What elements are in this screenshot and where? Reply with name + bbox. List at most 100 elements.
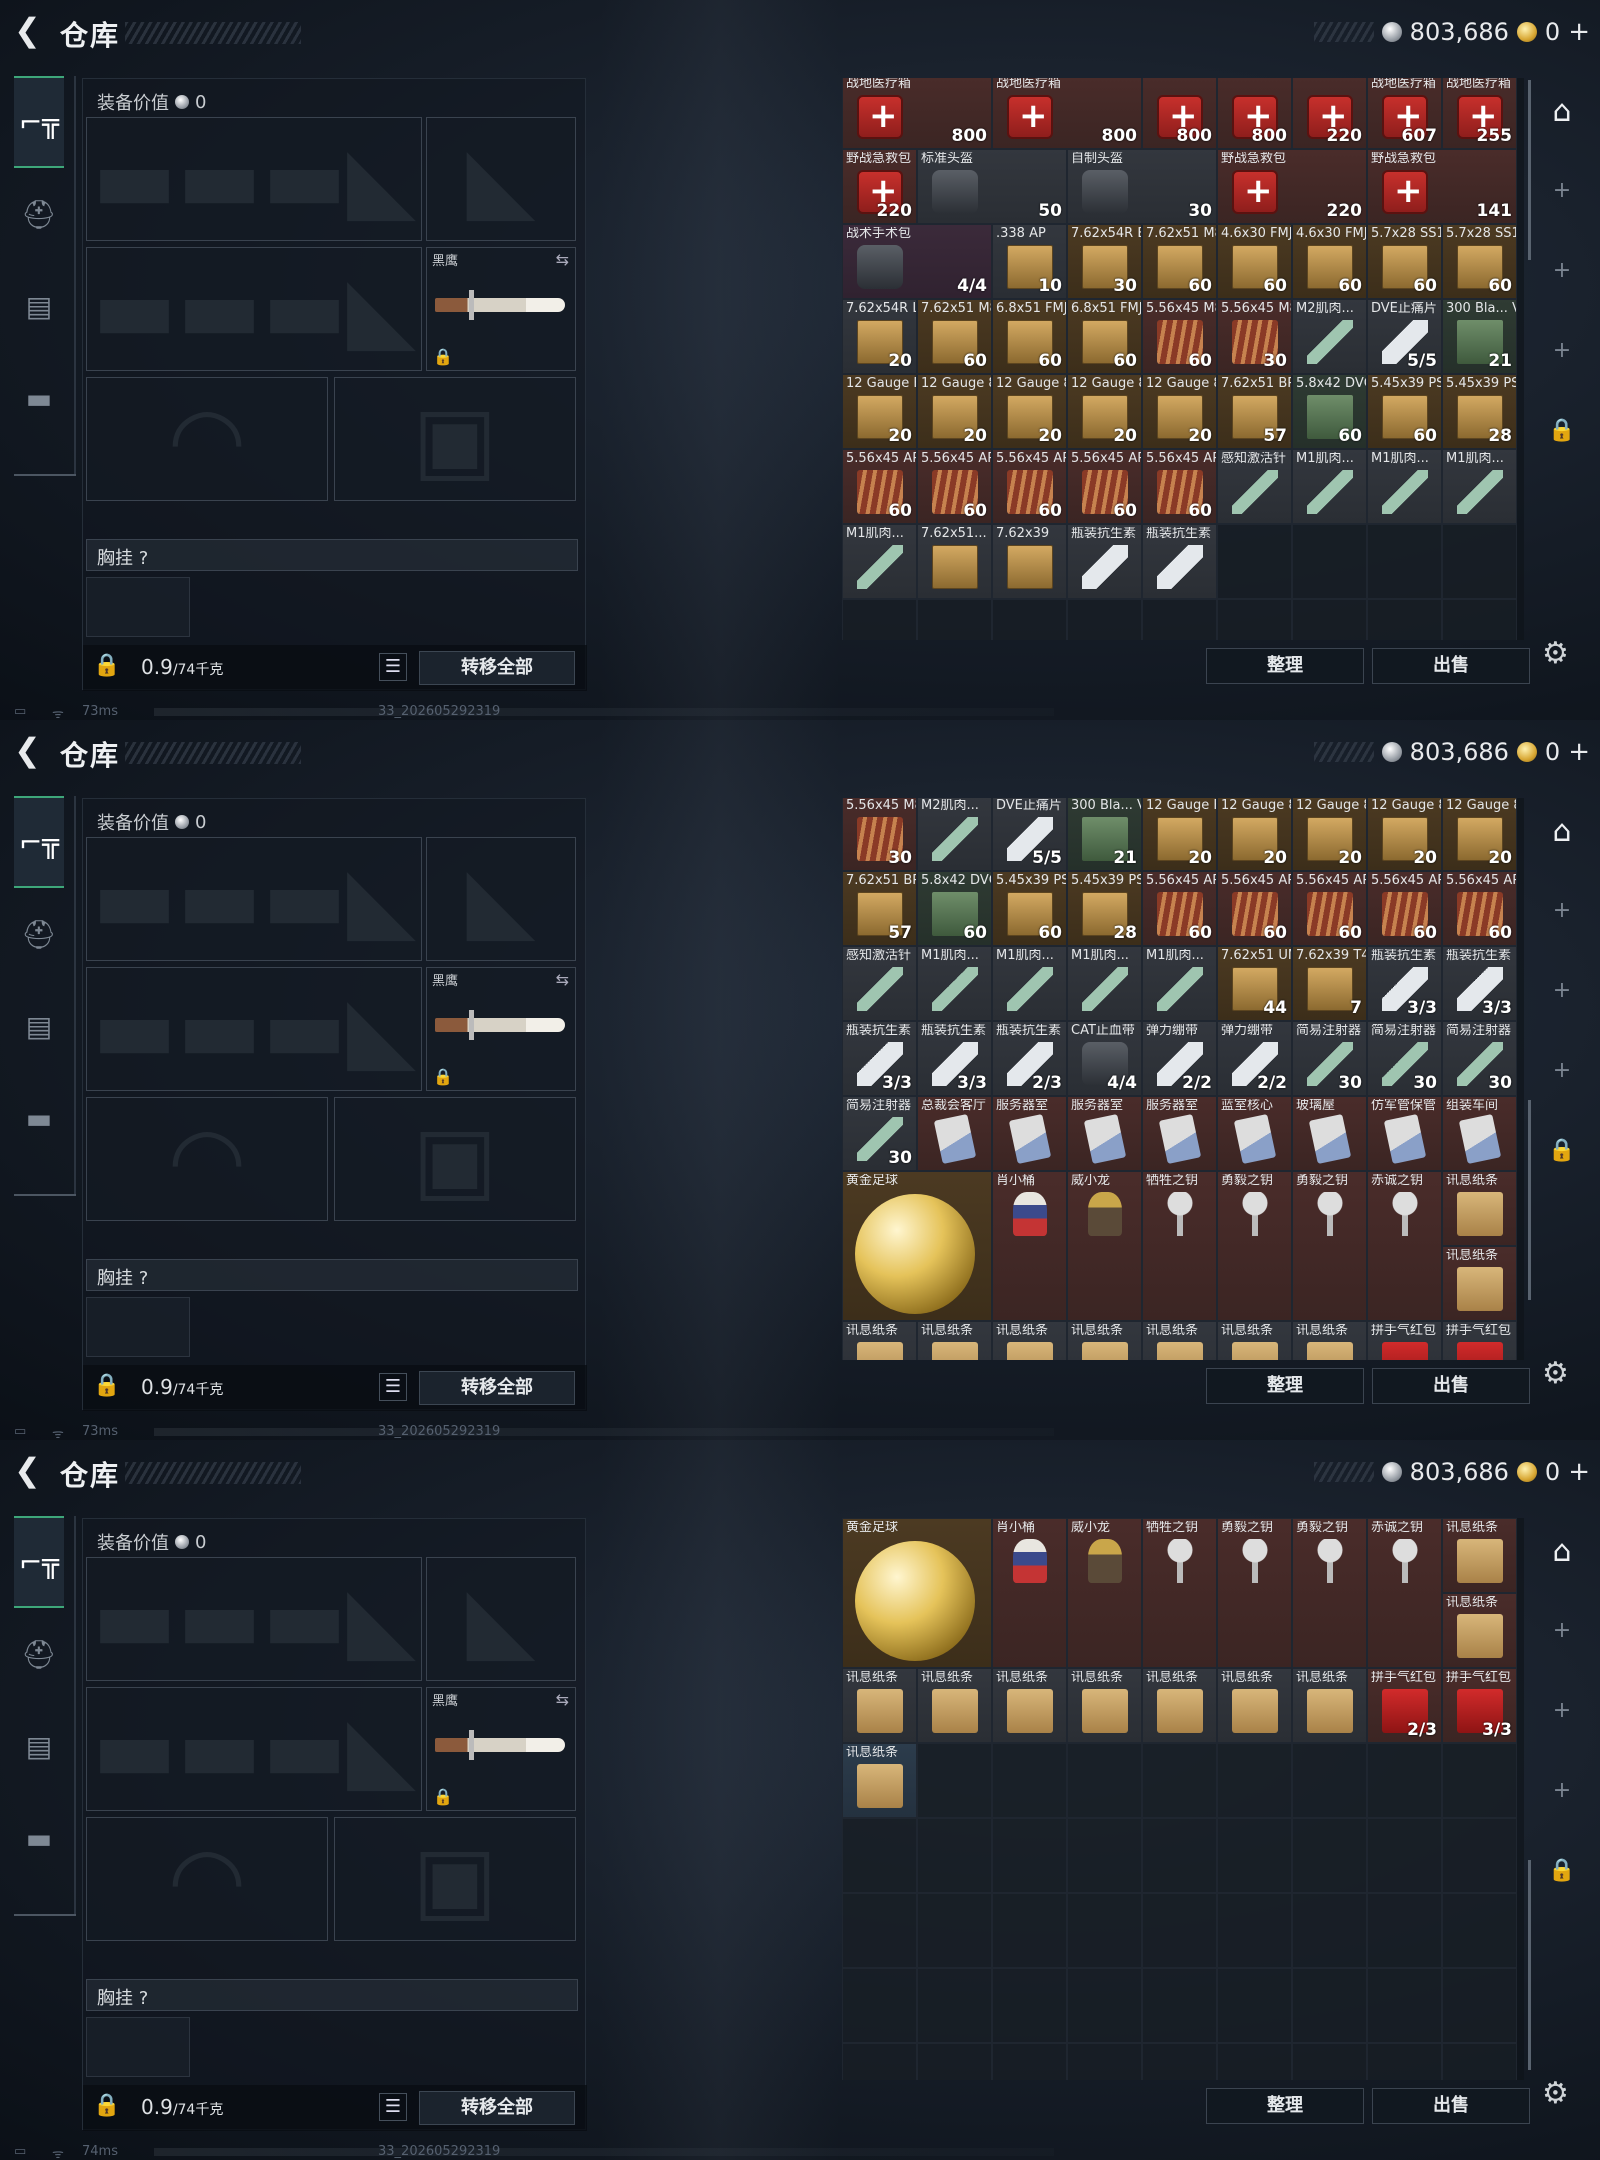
stash-item[interactable]: 讯息纸条 bbox=[917, 1321, 992, 1360]
stash-scrollbar[interactable] bbox=[1528, 1100, 1531, 1300]
stash-item[interactable]: 瓶装抗生素 3/3 bbox=[1442, 946, 1517, 1021]
stash-item[interactable]: 12 Gauge 8 Buck 20 bbox=[1067, 374, 1142, 449]
empty-stash-cell[interactable] bbox=[1142, 1893, 1217, 1968]
stash-item[interactable]: 7.62x51 BPZ 57 bbox=[842, 871, 917, 946]
add-currency-button[interactable]: + bbox=[1568, 17, 1590, 47]
back-arrow-icon[interactable]: ❮ bbox=[14, 734, 41, 766]
stash-item[interactable]: 12 Gauge 8 Buck 20 bbox=[1292, 798, 1367, 871]
sidearm-slot[interactable]: ◣ bbox=[426, 837, 576, 961]
stash-item[interactable]: 勇毅之钥 bbox=[1217, 1171, 1292, 1321]
stash-item[interactable]: 弹力绷带 2/2 bbox=[1217, 1021, 1292, 1096]
stash-item[interactable]: 7.62x51 M80 60 bbox=[917, 299, 992, 374]
melee-slot[interactable]: 黑鹰 ⇆ 🔒 bbox=[426, 967, 576, 1091]
stash-item[interactable]: 战地医疗箱 607 bbox=[1367, 78, 1442, 149]
stash-item[interactable]: 12 Gauge 8 Buck 20 bbox=[1217, 798, 1292, 871]
stash-scrollbar[interactable] bbox=[1528, 1860, 1531, 2070]
stash-item[interactable]: 讯息纸条 bbox=[1292, 1321, 1367, 1360]
empty-stash-cell[interactable] bbox=[1142, 1743, 1217, 1818]
swap-icon[interactable]: ⇆ bbox=[556, 1690, 569, 1709]
stash-item[interactable]: 讯息纸条 bbox=[1442, 1171, 1517, 1246]
stash-scrollbar[interactable] bbox=[1528, 80, 1531, 260]
stash-item[interactable]: .338 AP 10 bbox=[992, 224, 1067, 299]
add-icon[interactable]: + bbox=[1542, 178, 1582, 203]
stash-item[interactable]: 牺牲之钥 bbox=[1142, 1518, 1217, 1668]
stash-item[interactable]: 5.56x45 M855A1 30 bbox=[842, 798, 917, 871]
tab-armor[interactable]: ⛑ bbox=[14, 888, 64, 980]
stash-item[interactable]: 自制头盔 30 bbox=[1067, 149, 1217, 224]
sell-button[interactable]: 出售 bbox=[1372, 648, 1530, 684]
empty-stash-cell[interactable] bbox=[992, 599, 1067, 640]
helmet-slot[interactable]: ◠ bbox=[86, 1097, 328, 1221]
empty-stash-cell[interactable] bbox=[842, 1893, 917, 1968]
tab-cases[interactable]: ▬ bbox=[14, 352, 64, 444]
stash-item[interactable]: 讯息纸条 bbox=[1067, 1668, 1142, 1743]
stash-item[interactable]: 7.62x51 UMAK 44 bbox=[1217, 946, 1292, 1021]
warehouse-map-icon[interactable]: ⌂ bbox=[1542, 1534, 1582, 1569]
tab-consumables[interactable]: ▤ bbox=[14, 1700, 64, 1792]
empty-stash-cell[interactable] bbox=[917, 1893, 992, 1968]
sort-button[interactable]: 整理 bbox=[1206, 648, 1364, 684]
stash-item[interactable]: 5.7x28 SS190 60 bbox=[1442, 224, 1517, 299]
empty-stash-cell[interactable] bbox=[1292, 524, 1367, 599]
empty-stash-cell[interactable] bbox=[1067, 1968, 1142, 2043]
empty-stash-cell[interactable] bbox=[1142, 1968, 1217, 2043]
chest-rig-slot[interactable] bbox=[86, 2017, 190, 2077]
empty-stash-cell[interactable] bbox=[1067, 1818, 1142, 1893]
stash-item[interactable]: 5.45x39 PS 60 bbox=[992, 871, 1067, 946]
transfer-all-button[interactable]: 转移全部 bbox=[419, 651, 575, 685]
empty-stash-cell[interactable] bbox=[1142, 2043, 1217, 2080]
lock-icon[interactable]: 🔒 bbox=[1542, 418, 1582, 443]
empty-stash-cell[interactable] bbox=[1067, 2043, 1142, 2080]
stash-item[interactable]: 7.62x39 bbox=[992, 524, 1067, 599]
stash-item[interactable]: 讯息纸条 bbox=[842, 1321, 917, 1360]
empty-stash-cell[interactable] bbox=[1442, 1743, 1517, 1818]
add-icon[interactable]: + bbox=[1542, 1618, 1582, 1643]
empty-stash-cell[interactable] bbox=[992, 1968, 1067, 2043]
empty-stash-cell[interactable] bbox=[917, 599, 992, 640]
stash-item[interactable]: 讯息纸条 bbox=[917, 1668, 992, 1743]
empty-stash-cell[interactable] bbox=[1292, 1893, 1367, 1968]
empty-stash-cell[interactable] bbox=[917, 2043, 992, 2080]
add-icon[interactable]: + bbox=[1542, 898, 1582, 923]
stash-item[interactable]: M1肌肉... bbox=[1142, 946, 1217, 1021]
armor-slot[interactable]: ▣ bbox=[334, 1097, 576, 1221]
empty-stash-cell[interactable] bbox=[1442, 1968, 1517, 2043]
chest-rig-slot[interactable] bbox=[86, 1297, 190, 1357]
empty-stash-cell[interactable] bbox=[992, 2043, 1067, 2080]
stash-item[interactable]: 讯息纸条 bbox=[1067, 1321, 1142, 1360]
empty-stash-cell[interactable] bbox=[1067, 1743, 1142, 1818]
stash-item[interactable]: 讯息纸条 bbox=[1142, 1668, 1217, 1743]
empty-stash-cell[interactable] bbox=[1067, 599, 1142, 640]
stash-item[interactable]: DVE止痛片 5/5 bbox=[992, 798, 1067, 871]
stash-item[interactable]: 讯息纸条 bbox=[842, 1743, 917, 1818]
stash-item[interactable]: 威小龙 bbox=[1067, 1171, 1142, 1321]
empty-stash-cell[interactable] bbox=[1217, 1968, 1292, 2043]
stash-item[interactable]: 肖小桶 bbox=[992, 1518, 1067, 1668]
stash-item[interactable]: M2肌肉... bbox=[1292, 299, 1367, 374]
stash-item[interactable]: 总裁会客厅 bbox=[917, 1096, 992, 1171]
stash-item[interactable]: 讯息纸条 bbox=[1292, 1668, 1367, 1743]
empty-stash-cell[interactable] bbox=[1217, 1893, 1292, 1968]
help-icon[interactable]: ? bbox=[139, 548, 149, 569]
empty-stash-cell[interactable] bbox=[1217, 2043, 1292, 2080]
tab-consumables[interactable]: ▤ bbox=[14, 260, 64, 352]
sidearm-slot[interactable]: ◣ bbox=[426, 1557, 576, 1681]
stash-item[interactable]: 赤诚之钥 bbox=[1367, 1171, 1442, 1321]
stash-item[interactable]: 威小龙 bbox=[1067, 1518, 1142, 1668]
armor-slot[interactable]: ▣ bbox=[334, 377, 576, 501]
stash-item[interactable]: 5.56x45 APC 60 bbox=[1442, 871, 1517, 946]
sell-button[interactable]: 出售 bbox=[1372, 1368, 1530, 1404]
tab-weapons[interactable]: ⌐╦ bbox=[14, 1516, 64, 1608]
stash-item[interactable]: 7.62x51 M80 60 bbox=[1142, 224, 1217, 299]
stash-item[interactable]: 讯息纸条 bbox=[1217, 1321, 1292, 1360]
empty-stash-cell[interactable] bbox=[992, 1743, 1067, 1818]
stash-item[interactable]: 服务器室 bbox=[1067, 1096, 1142, 1171]
stash-item[interactable]: 5.56x45 M855A1 60 bbox=[1142, 299, 1217, 374]
add-currency-button[interactable]: + bbox=[1568, 737, 1590, 767]
stash-item[interactable]: 拼手气红包 2/3 bbox=[1367, 1668, 1442, 1743]
help-icon[interactable]: ? bbox=[139, 1988, 149, 2009]
stash-item[interactable]: M1肌肉... bbox=[917, 946, 992, 1021]
empty-stash-cell[interactable] bbox=[1442, 599, 1517, 640]
stash-item[interactable]: 12 Gauge 8 Buck 20 bbox=[1367, 798, 1442, 871]
add-icon[interactable]: + bbox=[1542, 338, 1582, 363]
